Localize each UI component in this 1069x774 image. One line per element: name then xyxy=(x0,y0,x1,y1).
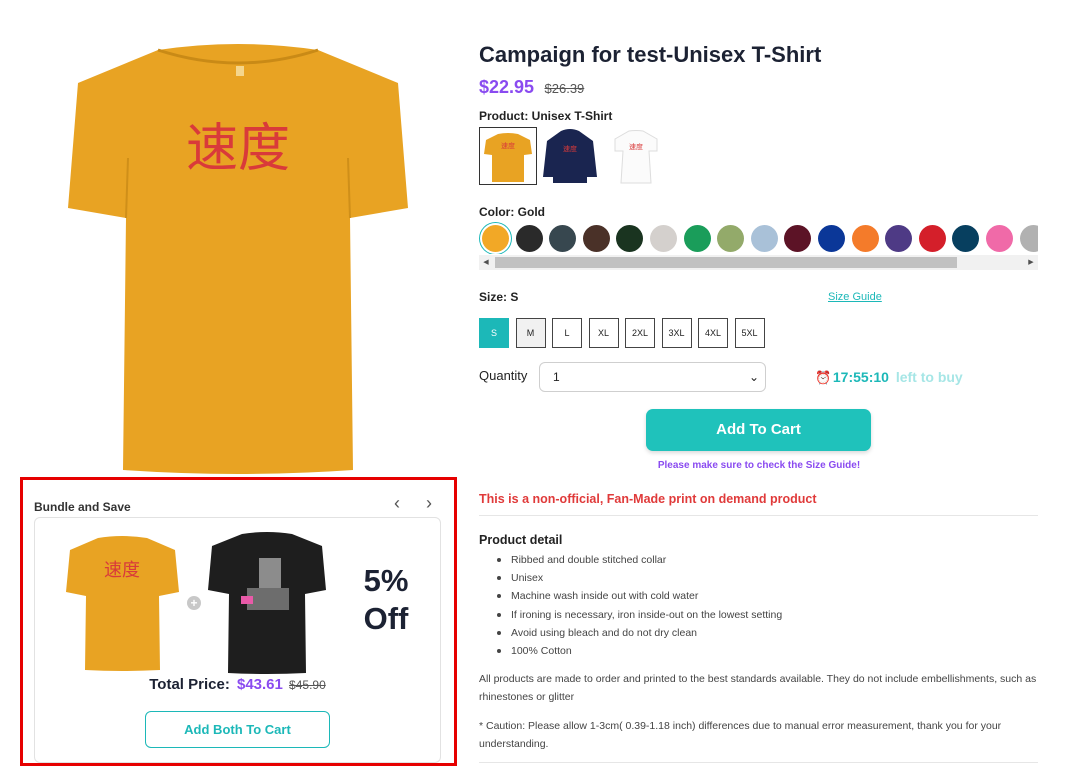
size-guide-note: Please make sure to check the Size Guide… xyxy=(657,460,861,471)
chevron-right-icon[interactable]: › xyxy=(419,494,439,514)
total-original-price: $45.90 xyxy=(289,678,326,692)
color-swatch[interactable] xyxy=(683,225,711,252)
svg-text:速度: 速度 xyxy=(629,142,643,151)
quantity-value: 1 xyxy=(553,370,560,384)
color-swatch[interactable] xyxy=(1019,225,1038,252)
alarm-clock-icon: ⏰ xyxy=(815,370,832,385)
color-swatches xyxy=(479,222,1038,254)
add-to-cart-button[interactable]: Add To Cart xyxy=(646,409,871,451)
total-label: Total Price: xyxy=(149,676,230,693)
size-option-l[interactable]: L xyxy=(552,318,582,348)
list-item: Machine wash inside out with cold water xyxy=(479,587,782,605)
size-option-4xl[interactable]: 4XL xyxy=(698,318,728,348)
discount-off: Off xyxy=(363,601,409,636)
size-option-xl[interactable]: XL xyxy=(588,318,619,348)
color-swatch[interactable] xyxy=(784,225,812,252)
size-guide-link[interactable]: Size Guide xyxy=(828,291,882,303)
color-swatch[interactable] xyxy=(750,225,778,252)
color-label: Color: Gold xyxy=(479,205,545,219)
chevron-down-icon: ⌄ xyxy=(748,370,759,384)
color-swatch[interactable] xyxy=(650,225,677,252)
list-item: Unisex xyxy=(479,569,782,587)
total-price: $43.61 xyxy=(236,676,283,693)
scroll-right-icon[interactable]: ▶ xyxy=(1024,255,1038,270)
color-swatch[interactable] xyxy=(818,225,845,252)
bundle-card: 速度 + 5% Off Total Price: $43.61 $45.90 A… xyxy=(34,517,441,763)
size-option-2xl[interactable]: 2XL xyxy=(625,318,655,348)
caution-text: * Caution: Please allow 1-3cm( 0.39-1.18… xyxy=(479,720,1002,750)
standards-text: All products are made to order and print… xyxy=(479,673,1037,703)
svg-text:速度: 速度 xyxy=(186,119,290,179)
discount-percent: 5% xyxy=(363,563,409,598)
divider xyxy=(479,515,1038,516)
main-product-image: 速度 xyxy=(58,38,418,478)
product-type-tshirt[interactable]: 速度 xyxy=(479,127,537,185)
bundle-product-image-1[interactable]: 速度 xyxy=(65,534,180,672)
size-option-3xl[interactable]: 3XL xyxy=(661,318,692,348)
size-option-m[interactable]: M xyxy=(515,318,546,348)
timer-value: 17:55:10 xyxy=(832,369,889,385)
product-type-ladies-tee[interactable]: 速度 xyxy=(607,127,665,185)
color-swatch[interactable] xyxy=(582,225,610,252)
add-both-to-cart-button[interactable]: Add Both To Cart xyxy=(145,711,330,748)
color-scrollbar[interactable]: ◀ ▶ xyxy=(479,255,1038,270)
non-official-disclaimer: This is a non-official, Fan-Made print o… xyxy=(479,492,817,506)
quantity-label: Quantity xyxy=(479,368,528,383)
list-item: If ironing is necessary, iron inside-out… xyxy=(479,606,782,624)
list-item: Ribbed and double stitched collar xyxy=(479,551,782,569)
color-swatch[interactable] xyxy=(952,225,980,252)
timer-suffix: left to buy xyxy=(895,369,963,385)
color-swatch[interactable] xyxy=(549,225,577,252)
scroll-left-icon[interactable]: ◀ xyxy=(479,255,493,270)
size-option-5xl[interactable]: 5XL xyxy=(734,318,765,348)
quantity-select[interactable]: 1 ⌄ xyxy=(539,362,766,392)
color-swatch[interactable] xyxy=(616,225,644,252)
color-swatch[interactable] xyxy=(515,225,543,252)
product-type-label: Product: Unisex T-Shirt xyxy=(479,109,613,123)
size-option-s[interactable]: S xyxy=(479,318,509,348)
divider xyxy=(479,762,1038,763)
current-price: $22.95 xyxy=(479,77,535,97)
color-swatch[interactable] xyxy=(717,225,745,252)
color-swatch[interactable] xyxy=(885,225,913,252)
bundle-discount: 5% Off xyxy=(341,562,431,638)
color-swatch[interactable] xyxy=(851,225,879,252)
size-label: Size: S xyxy=(479,290,519,304)
product-detail-title: Product detail xyxy=(479,533,563,547)
svg-text:速度: 速度 xyxy=(501,141,515,150)
color-swatch[interactable] xyxy=(986,225,1013,252)
svg-text:速度: 速度 xyxy=(563,144,577,153)
bundle-title: Bundle and Save xyxy=(34,500,131,514)
countdown-timer: ⏰ 17:55:10 left to buy xyxy=(815,369,963,386)
color-swatch[interactable] xyxy=(482,225,509,252)
original-price: $26.39 xyxy=(544,81,585,96)
scrollbar-thumb[interactable] xyxy=(495,257,957,268)
list-item: 100% Cotton xyxy=(479,642,782,660)
list-item: Avoid using bleach and do not dry clean xyxy=(479,624,782,642)
bundle-total: Total Price: $43.61 $45.90 xyxy=(35,676,440,693)
chevron-left-icon[interactable]: ‹ xyxy=(387,494,407,514)
price-row: $22.95 $26.39 xyxy=(479,77,584,98)
bundle-section: Bundle and Save ‹ › 速度 + 5% Off Total Pr… xyxy=(20,477,457,766)
product-title: Campaign for test-Unisex T-Shirt xyxy=(479,42,822,67)
product-detail-list: Ribbed and double stitched collar Unisex… xyxy=(479,551,782,660)
color-swatch[interactable] xyxy=(918,225,946,252)
plus-icon: + xyxy=(187,596,201,610)
product-type-hoodie[interactable]: 速度 xyxy=(541,127,599,185)
bundle-product-image-2[interactable] xyxy=(207,530,327,675)
svg-text:速度: 速度 xyxy=(104,560,140,581)
